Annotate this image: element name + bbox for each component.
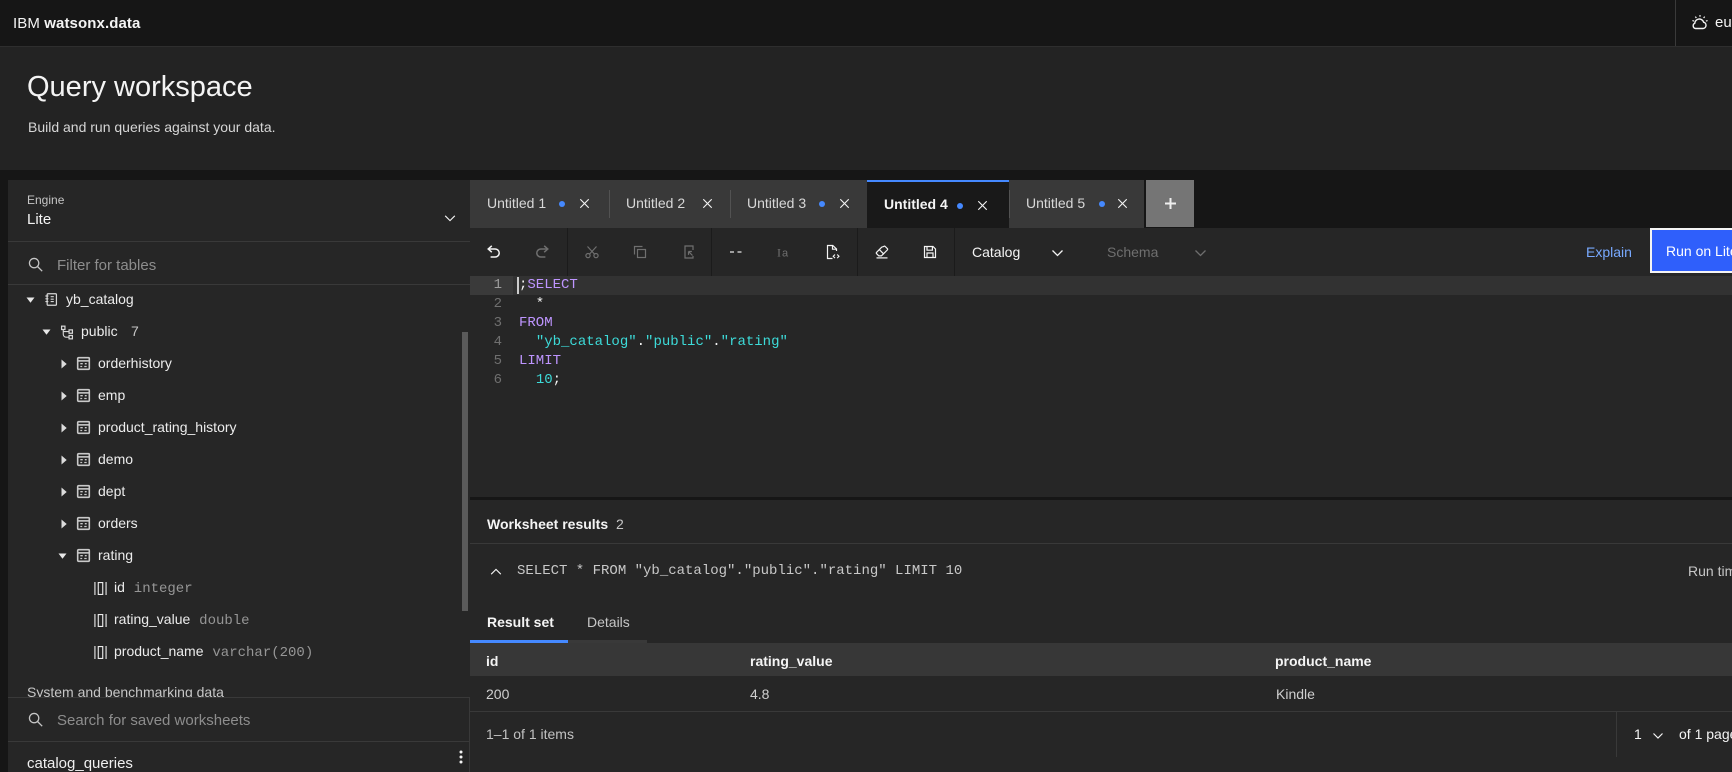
svg-text:a: a (782, 248, 789, 260)
svg-text:I: I (777, 246, 781, 260)
